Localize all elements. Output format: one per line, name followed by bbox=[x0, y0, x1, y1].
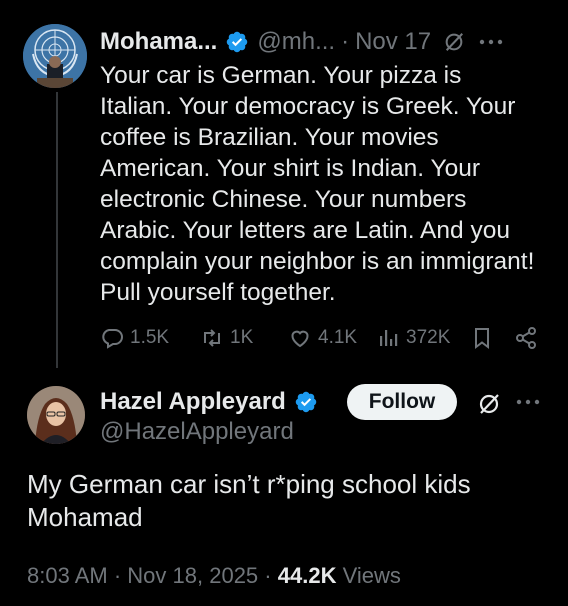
bookmark-icon bbox=[475, 328, 489, 349]
grok-icon[interactable] bbox=[443, 31, 465, 53]
avatar[interactable] bbox=[23, 24, 87, 88]
follow-button[interactable]: Follow bbox=[347, 384, 457, 420]
view-count: 372K bbox=[406, 327, 451, 348]
verified-badge-icon bbox=[227, 31, 248, 53]
heart-icon bbox=[291, 330, 309, 348]
repost-icon bbox=[204, 329, 220, 347]
grok-icon[interactable] bbox=[477, 392, 501, 416]
more-options-icon[interactable] bbox=[516, 399, 540, 405]
avatar[interactable] bbox=[27, 386, 85, 444]
author-name[interactable]: Hazel Appleyard bbox=[100, 388, 286, 416]
user-avatar-photo bbox=[27, 386, 85, 444]
bookmark-button[interactable] bbox=[470, 326, 500, 350]
verified-badge-icon bbox=[295, 391, 317, 413]
reply-post-header: Hazel Appleyard bbox=[100, 386, 326, 418]
more-options-icon[interactable] bbox=[479, 39, 503, 45]
reply-count: 1.5K bbox=[130, 327, 170, 348]
reply-icon bbox=[102, 329, 123, 349]
author-handle[interactable]: @HazelAppleyard bbox=[100, 418, 294, 446]
view-count: 44.2K bbox=[277, 563, 337, 588]
views-button[interactable]: 372K bbox=[376, 326, 450, 350]
views-label: Views bbox=[342, 563, 401, 588]
share-icon bbox=[516, 327, 536, 349]
post-metadata: 8:03 AM · Nov 18, 2025 · 44.2K Views bbox=[27, 563, 401, 589]
author-name[interactable]: Mohama... bbox=[100, 28, 217, 56]
share-button[interactable] bbox=[514, 326, 544, 350]
separator-dot: · bbox=[113, 563, 122, 588]
like-count: 4.1K bbox=[318, 327, 358, 348]
repost-count: 1K bbox=[230, 327, 254, 348]
post-time[interactable]: 8:03 AM bbox=[27, 563, 108, 588]
post-detail-page: Mohama... @mh... · Nov 17 Your car is Ge… bbox=[0, 0, 568, 606]
thread-connector-line bbox=[56, 92, 58, 368]
analytics-icon bbox=[380, 330, 398, 346]
separator-dot: · bbox=[341, 28, 350, 55]
reply-button[interactable]: 1.5K bbox=[100, 326, 169, 350]
un-emblem-avatar-icon bbox=[23, 24, 87, 88]
post-date[interactable]: Nov 17 bbox=[355, 28, 431, 56]
like-button[interactable]: 4.1K bbox=[288, 326, 357, 350]
parent-post-text: Your car is German. Your pizza is Italia… bbox=[100, 62, 535, 306]
separator-dot: · bbox=[264, 563, 272, 588]
post-date[interactable]: Nov 18, 2025 bbox=[127, 563, 258, 588]
post-action-bar: 1.5K 1K 4.1K 372K bbox=[100, 322, 545, 354]
author-handle[interactable]: @mh... bbox=[257, 28, 335, 56]
repost-button[interactable]: 1K bbox=[200, 326, 253, 350]
reply-post-text: My German car isn’t r*ping school kids M… bbox=[27, 469, 471, 532]
parent-post-header: Mohama... @mh... · Nov 17 bbox=[100, 26, 503, 58]
